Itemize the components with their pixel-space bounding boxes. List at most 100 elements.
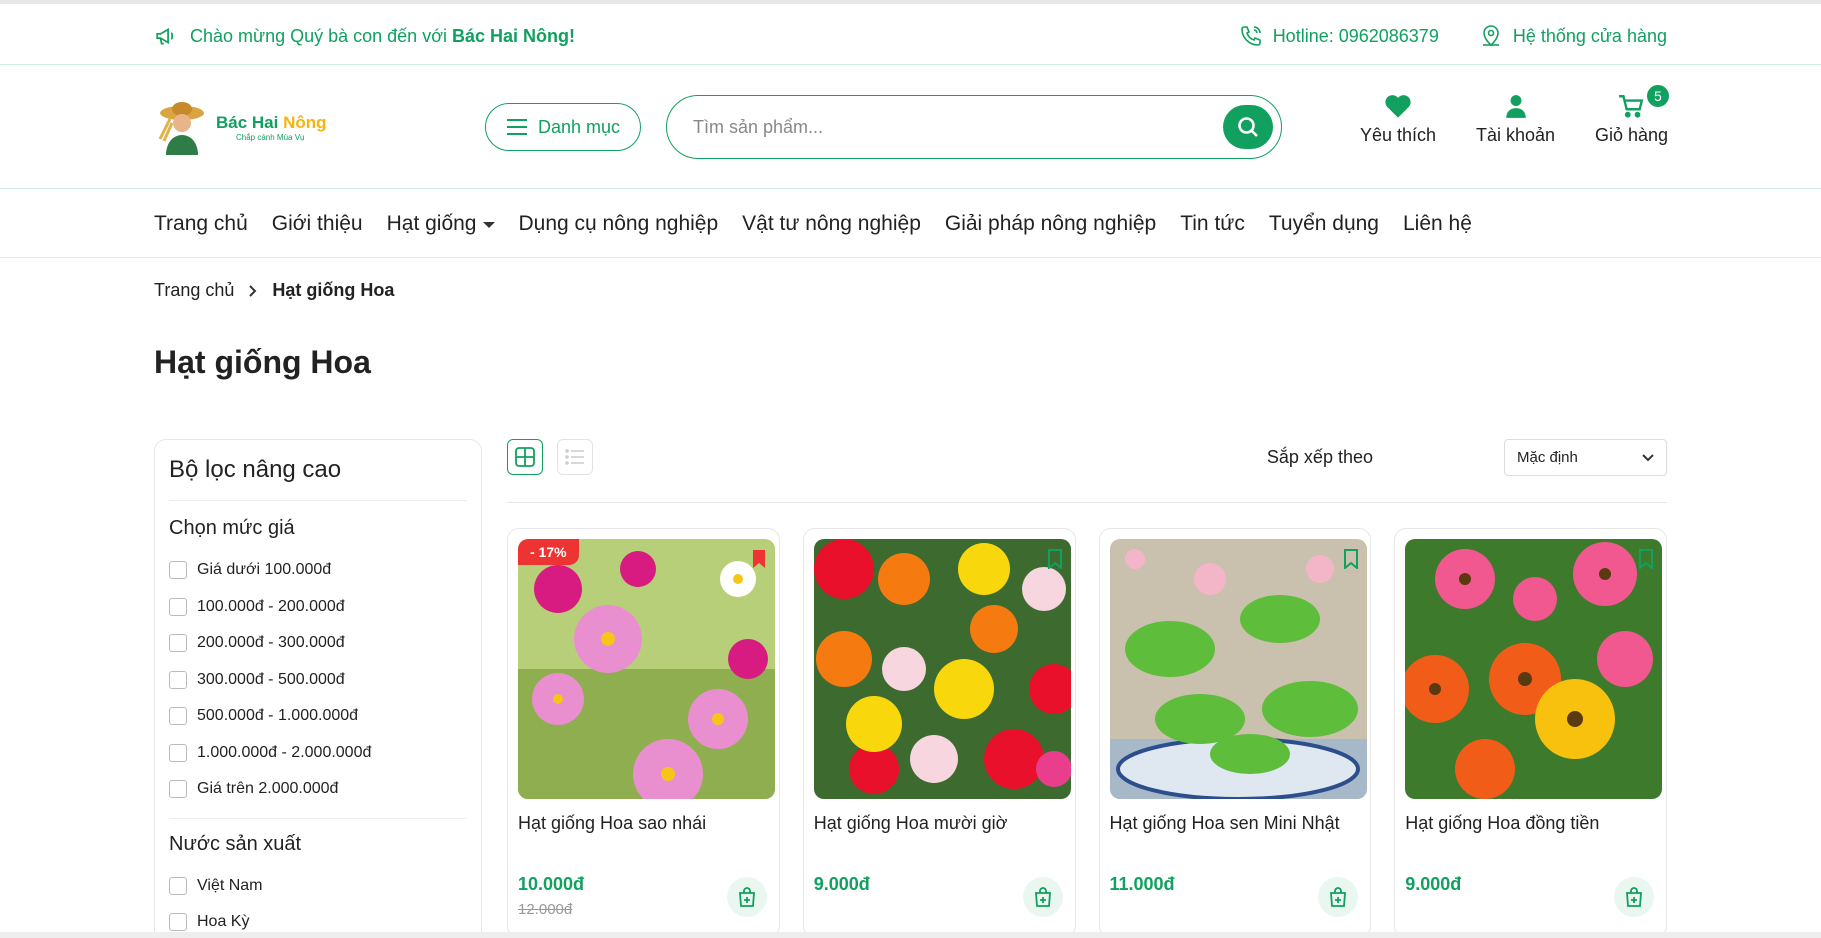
cart-button[interactable]: Giỏ hàng 5 [1594,83,1671,146]
nav-item-tools[interactable]: Dụng cụ nông nghiệp [519,212,719,236]
search-input[interactable] [693,112,1193,142]
add-to-cart-button[interactable] [726,877,767,917]
grid-icon [515,447,535,467]
site-logo[interactable]: Bác Hai Nông Chắp cánh Mùa Vụ [154,99,327,155]
checkbox[interactable] [169,913,187,932]
advanced-filter-panel: Bộ lọc nâng cao Chọn mức giá Giá dưới 10… [154,439,482,938]
discount-badge: - 17% [518,539,579,565]
welcome-message: Chào mừng Quý bà con đến với Bác Hai Nôn… [154,23,575,49]
nav-item-about[interactable]: Giới thiệu [272,212,363,236]
chevron-right-icon [249,284,257,297]
price-option[interactable]: 1.000.000đ - 2.000.000đ [169,735,467,772]
checkbox[interactable] [169,876,187,895]
sort-select[interactable]: Mặc định [1504,439,1667,476]
option-label: 300.000đ - 500.000đ [197,670,345,688]
nav-item-careers[interactable]: Tuyển dụng [1269,212,1379,236]
product-card[interactable]: Hạt giống Hoa mười giờ 9.000đ [802,528,1076,938]
nav-label: Hạt giống [386,211,477,235]
nav-label: Liên hệ [1402,211,1472,235]
nav-item-supplies[interactable]: Vật tư nông nghiệp [742,212,921,236]
nav-label: Tuyển dụng [1268,211,1379,235]
search-icon [1238,117,1258,137]
list-icon [565,449,584,465]
product-name[interactable]: Hạt giống Hoa sao nhái [518,813,706,834]
product-card[interactable]: - 17% Hạt giống Hoa sao nhái 10.000đ 12.… [507,528,780,938]
cosmos-flower-image [518,539,775,799]
bookmark-icon[interactable] [1343,549,1359,569]
product-image[interactable] [1109,539,1367,799]
grid-view-button[interactable] [507,439,543,475]
page-title: Hạt giống Hoa [154,344,371,380]
breadcrumb-home[interactable]: Trang chủ [154,280,234,301]
checkbox[interactable] [169,780,187,799]
price-option[interactable]: 500.000đ - 1.000.000đ [169,698,467,735]
product-image[interactable] [1405,539,1663,799]
option-label: Giá dưới 100.000đ [197,561,332,579]
nav-item-seeds[interactable]: Hạt giống [387,212,495,236]
add-to-cart-button[interactable] [1318,877,1359,917]
cart-label: Giỏ hàng [1594,125,1668,145]
product-name[interactable]: Hạt giống Hoa sen Mini Nhật [1110,813,1340,834]
product-price: 9.000đ [1405,874,1462,894]
nav-item-home[interactable]: Trang chủ [154,212,248,236]
add-to-cart-icon [1626,887,1642,907]
divider [169,817,467,819]
nav-item-news[interactable]: Tin tức [1180,212,1245,236]
location-pin-icon [1482,25,1499,47]
product-image[interactable]: - 17% [518,539,775,799]
wishlist-label: Yêu thích [1360,125,1437,145]
product-card[interactable]: Hạt giống Hoa đồng tiền 9.000đ [1394,528,1667,938]
filter-title: Bộ lọc nâng cao [169,456,467,501]
store-system-text: Hệ thống cửa hàng [1512,25,1667,46]
origin-option[interactable]: Việt Nam [169,868,467,905]
product-old-price: 12.000đ [518,901,573,918]
cart-icon [1619,95,1644,118]
checkbox[interactable] [169,743,187,762]
product-image[interactable] [813,539,1071,799]
checkbox[interactable] [169,561,187,580]
caret-down-icon [482,222,495,228]
nav-label: Giới thiệu [271,211,363,235]
add-to-cart-button[interactable] [1022,877,1063,917]
bookmark-icon[interactable] [1638,549,1654,569]
checkbox[interactable] [169,634,187,653]
option-label: 200.000đ - 300.000đ [197,634,345,652]
price-option[interactable]: 200.000đ - 300.000đ [169,625,467,662]
bookmark-icon[interactable] [1047,549,1063,569]
wishlist-button[interactable]: Yêu thích [1360,93,1436,146]
account-button[interactable]: Tài khoản [1476,93,1555,146]
hotline-text: Hotline: 0962086379 [1272,25,1439,46]
nav-item-contact[interactable]: Liên hệ [1403,212,1472,236]
product-card[interactable]: Hạt giống Hoa sen Mini Nhật 11.000đ [1098,528,1372,938]
search-button[interactable] [1223,105,1273,149]
price-option[interactable]: Giá trên 2.000.000đ [169,771,467,808]
checkbox[interactable] [169,707,187,726]
megaphone-icon [156,28,174,45]
nav-item-solutions[interactable]: Giải pháp nông nghiệp [945,212,1156,236]
add-to-cart-button[interactable] [1614,877,1654,917]
price-option[interactable]: 100.000đ - 200.000đ [169,589,467,626]
portulaca-flower-image [813,539,1071,799]
add-to-cart-icon [1330,887,1347,907]
product-price: 11.000đ [1109,874,1175,894]
price-option[interactable]: 300.000đ - 500.000đ [169,662,467,699]
product-name[interactable]: Hạt giống Hoa đồng tiền [1405,813,1599,834]
store-system-link[interactable]: Hệ thống cửa hàng [1479,24,1667,48]
product-name[interactable]: Hạt giống Hoa mười giờ [814,813,1008,834]
option-label: Hoa Kỳ [197,913,250,931]
hotline-link[interactable]: Hotline: 0962086379 [1239,24,1439,48]
heart-icon [1385,95,1411,118]
checkbox[interactable] [169,670,187,689]
list-view-button[interactable] [557,439,593,475]
main-navigation: Trang chủ Giới thiệu Hạt giống Dụng cụ n… [0,189,1821,258]
bookmark-icon[interactable] [751,549,767,569]
price-option[interactable]: Giá dưới 100.000đ [169,552,467,589]
nav-label: Dụng cụ nông nghiệp [518,211,719,235]
option-label: 1.000.000đ - 2.000.000đ [197,743,372,761]
category-menu-label: Danh mục [537,116,621,137]
category-menu-button[interactable]: Danh mục [485,103,641,151]
sort-value: Mặc định [1517,449,1578,466]
welcome-text: Chào mừng Quý bà con đến với [190,25,447,46]
checkbox[interactable] [169,597,187,616]
nav-label: Vật tư nông nghiệp [742,211,921,235]
